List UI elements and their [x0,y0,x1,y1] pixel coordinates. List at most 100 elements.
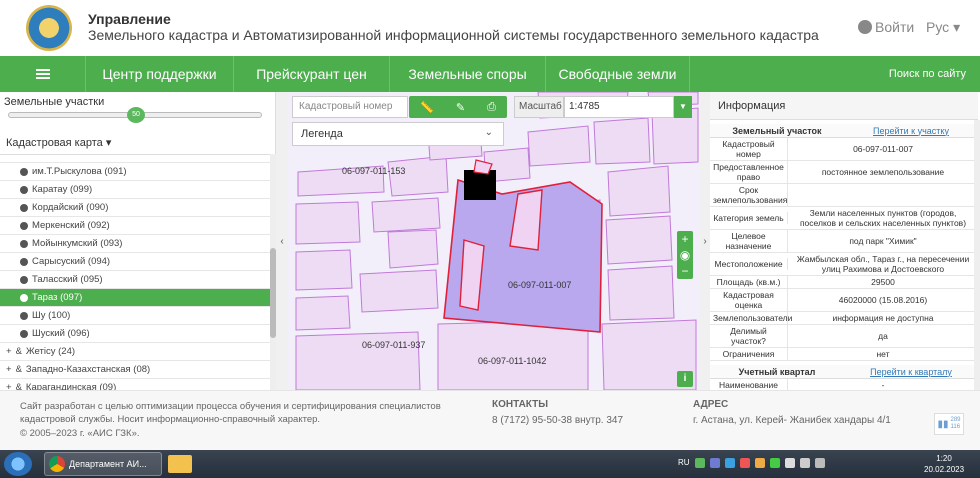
network-icon[interactable] [800,458,810,468]
info-key: Срок землепользования [710,184,788,206]
map-view[interactable]: 06-097-011-153 06-097-011-007 06-097-011… [288,92,700,390]
tree-item[interactable]: им.Т.Рыскулова (091) [0,163,276,181]
scale-input[interactable]: 1:4785 [564,96,674,118]
legend-dropdown[interactable]: Легенда ⌄ [292,122,504,146]
tree-item[interactable]: Кордайский (090) [0,199,276,217]
windows-start-icon[interactable] [4,452,32,476]
tree-item[interactable]: Меркенский (092) [0,217,276,235]
region-icon [20,275,28,284]
tray-app-icon[interactable] [695,458,705,468]
tray-app-icon[interactable] [710,458,720,468]
tree-item-partial [0,155,276,163]
info-scrollbar[interactable] [974,120,980,390]
login-button[interactable]: Войти [858,19,914,35]
scale-label: Масштаб [514,96,564,118]
collapse-right-icon[interactable]: › [700,92,710,390]
nav-prices[interactable]: Прейскурант цен [234,56,390,92]
tree-item[interactable]: + & Карагандинская (09) [0,379,276,390]
address-title: АДРЕС [693,399,729,410]
region-icon [20,293,28,302]
info-panel: Информация Земельный участок Перейти к уч… [710,92,978,390]
info-row: Кадастровая оценка 46020000 (15.08.2016) [710,289,978,312]
goto-parcel-link[interactable]: Перейти к участку [844,126,978,136]
footer-copyright: © 2005–2023 г. «АИС ГЗК». [20,428,140,439]
site-search-link[interactable]: Поиск по сайту [889,68,966,80]
site-header: Управление Земельного кадастра и Автомат… [0,0,980,56]
ruler-icon[interactable]: 📏 [420,101,434,114]
info-key: Землепользователи [710,312,792,324]
tray-app-icon[interactable] [770,458,780,468]
info-icon[interactable]: i [677,371,693,387]
visit-counter[interactable]: ▮▮ 289 116 [934,413,964,435]
zoom-in-icon[interactable]: + [681,232,688,246]
info-row: Землепользователи информация не доступна [710,312,978,325]
system-clock[interactable]: 1:20 20.02.2023 [924,453,964,475]
tree-item[interactable]: + & Жетісу (24) [0,343,276,361]
zoom-control: + ◉ − [677,231,693,279]
pencil-icon[interactable]: ✎ [456,101,465,114]
explorer-folder-icon[interactable] [168,455,192,473]
info-value: Земли населенных пунктов (городов, посел… [799,208,967,228]
cadastral-number-input[interactable]: Кадастровый номер [292,96,408,118]
tree-item[interactable]: + & Западно-Казахстанская (08) [0,361,276,379]
region-tree: им.Т.Рыскулова (091) Каратау (099) Кордайс… [0,154,276,390]
info-key: Ограничения [710,348,788,360]
slider-knob[interactable]: 50 [127,107,145,123]
nav-disputes[interactable]: Земельные споры [390,56,546,92]
volume-icon[interactable] [815,458,825,468]
tree-item[interactable]: Шу (100) [0,307,276,325]
bar-chart-icon: ▮▮ [937,418,949,430]
expand-icon[interactable]: + [6,364,12,375]
opacity-slider[interactable]: 50 [8,107,262,123]
quarter-section-header: Учетный квартал Перейти к кварталу [710,365,978,379]
info-key: Категория земель [710,212,788,224]
tree-item[interactable]: Мойынкумский (093) [0,235,276,253]
main-nav: Центр поддержки Прейскурант цен Земельны… [0,56,980,92]
scale-dropdown-icon[interactable]: ▼ [674,96,692,118]
info-row: Срок землепользования [710,184,978,207]
tree-item[interactable]: Тараз (097) [0,289,276,307]
language-select[interactable]: Рус ▾ [926,19,960,36]
expand-icon[interactable]: + [6,382,12,390]
tree-item[interactable]: Сарысуский (094) [0,253,276,271]
info-key: Предоставленное право [710,161,788,183]
expand-icon[interactable]: + [6,346,12,357]
user-icon [858,20,872,34]
layer-icon: & [15,346,22,357]
tree-item[interactable]: Шуский (096) [0,325,276,343]
site-title: Управление [88,11,171,27]
collapse-left-icon[interactable]: ‹ [276,92,288,390]
taskbar-chrome-window[interactable]: Департамент АИ... [44,452,162,476]
parcel-attributes: Кадастровый номер 06-097-011-007 Предостав… [710,138,978,361]
region-icon [20,311,28,320]
info-row: Категория земель Земли населенных пунктов… [710,207,978,230]
info-key: Целевое назначение [710,230,788,252]
tray-app-icon[interactable] [785,458,795,468]
chrome-icon [49,456,65,472]
info-row: Местоположение Жамбылская обл., Тараз г.,… [710,253,978,276]
tray-app-icon[interactable] [725,458,735,468]
quarter-attributes: Наименование-Код06097011 [710,379,978,390]
nav-free-lands[interactable]: Свободные земли [546,56,690,92]
layer-icon: & [15,364,22,375]
zoom-out-icon[interactable]: − [681,264,688,278]
tree-item[interactable]: Каратау (099) [0,181,276,199]
input-language[interactable]: RU [678,458,690,467]
tray-app-icon[interactable] [740,458,750,468]
emblem-logo[interactable] [26,5,72,51]
info-value: под парк "Химик" [849,236,917,246]
tree-item[interactable]: Таласский (095) [0,271,276,289]
nav-support[interactable]: Центр поддержки [86,56,234,92]
print-icon[interactable]: ⎙ [487,101,496,114]
cadastral-map-dropdown[interactable]: Кадастровая карта ▾ [6,136,111,149]
layer-icon: & [15,382,22,390]
tray-app-icon[interactable] [755,458,765,468]
region-icon [20,257,28,266]
menu-icon[interactable] [0,56,86,92]
goto-quarter-link[interactable]: Перейти к кварталу [844,367,978,377]
globe-icon[interactable]: ◉ [680,248,690,262]
tray-icons [695,458,825,468]
site-subtitle: Земельного кадастра и Автоматизированной… [88,27,819,43]
info-value: нет [876,349,890,359]
region-icon [20,239,28,248]
